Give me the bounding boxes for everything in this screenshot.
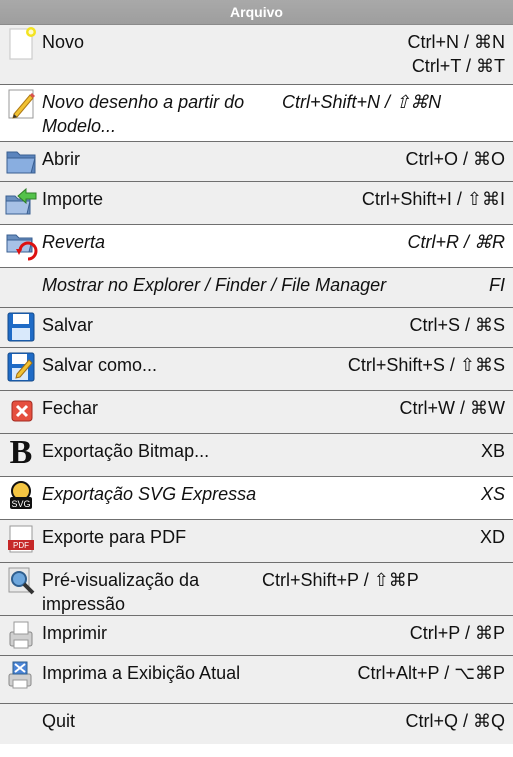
menu-item-label: Fechar	[42, 398, 99, 418]
menu-item-show-in-explorer[interactable]: Mostrar no Explorer / Finder / File Mana…	[0, 268, 513, 308]
menu-item-label: Exportação Bitmap...	[42, 441, 210, 461]
close-x-icon	[0, 391, 42, 433]
menu-item-export-svg[interactable]: SVG Exportação SVG Expressa XS	[0, 477, 513, 520]
menu-item-fechar[interactable]: Fechar Ctrl+W / ⌘W	[0, 391, 513, 434]
open-folder-icon	[0, 142, 42, 181]
svg-text:PDF: PDF	[13, 541, 29, 550]
menu-item-shortcut: Ctrl+P / ⌘P	[409, 623, 505, 643]
svg-text:SVG: SVG	[11, 499, 30, 509]
menu-item-label: Imprimir	[42, 623, 107, 643]
menu-item-label: Abrir	[42, 149, 81, 169]
menu-item-label: Pré-visualização da impressão	[42, 570, 200, 614]
menu-item-shortcut: Ctrl+Shift+N / ⇧⌘N	[282, 92, 442, 112]
menu-item-shortcut: XS	[480, 484, 505, 504]
menu-item-abrir[interactable]: Abrir Ctrl+O / ⌘O	[0, 142, 513, 182]
menu-item-shortcut: Ctrl+Shift+S / ⇧⌘S	[347, 355, 505, 375]
menu-item-shortcut: XB	[480, 441, 505, 461]
new-document-icon	[0, 25, 42, 84]
revert-icon	[0, 225, 42, 267]
menu-item-label: Reverta	[42, 232, 106, 252]
pdf-icon: PDF	[0, 520, 42, 562]
print-preview-icon	[0, 563, 42, 615]
menu-item-label: Novo	[42, 32, 85, 52]
blank-icon	[0, 268, 42, 307]
menu-item-quit[interactable]: Quit Ctrl+Q / ⌘Q	[0, 704, 513, 744]
menu-item-shortcut: Ctrl+S / ⌘S	[409, 315, 505, 335]
menu-item-label: Importe	[42, 189, 104, 209]
menu-title: Arquivo	[0, 0, 513, 25]
menu-item-label: Imprima a Exibição Atual	[42, 663, 241, 683]
menu-item-shortcut: Ctrl+W / ⌘W	[399, 398, 506, 418]
menu-item-salvar[interactable]: Salvar Ctrl+S / ⌘S	[0, 308, 513, 348]
menu-item-reverta[interactable]: Reverta Ctrl+R / ⌘R	[0, 225, 513, 268]
printer-icon	[0, 616, 42, 655]
menu-item-export-pdf[interactable]: PDF Exporte para PDF XD	[0, 520, 513, 563]
file-menu: Arquivo Novo Ctrl+N / ⌘N Ctrl+T / ⌘T Nov…	[0, 0, 513, 744]
menu-item-importe[interactable]: Importe Ctrl+Shift+I / ⇧⌘I	[0, 182, 513, 225]
menu-item-label: Quit	[42, 711, 76, 731]
menu-item-new-from-template[interactable]: Novo desenho a partir do Modelo... Ctrl+…	[0, 85, 513, 142]
menu-item-shortcut: Ctrl+N / ⌘N Ctrl+T / ⌘T	[407, 32, 505, 76]
menu-item-shortcut: XD	[479, 527, 505, 547]
menu-item-export-bitmap[interactable]: B Exportação Bitmap... XB	[0, 434, 513, 477]
menu-item-shortcut: Ctrl+Q / ⌘Q	[405, 711, 505, 731]
menu-item-novo[interactable]: Novo Ctrl+N / ⌘N Ctrl+T / ⌘T	[0, 25, 513, 85]
menu-item-shortcut: Ctrl+Shift+I / ⇧⌘I	[361, 189, 505, 209]
menu-item-shortcut: Ctrl+O / ⌘O	[405, 149, 505, 169]
menu-item-label: Salvar	[42, 315, 94, 335]
save-disk-icon	[0, 308, 42, 347]
svg-export-icon: SVG	[0, 477, 42, 519]
blank-icon	[0, 704, 42, 744]
menu-item-print-preview[interactable]: Pré-visualização da impressão Ctrl+Shift…	[0, 563, 513, 616]
menu-item-shortcut: FI	[489, 275, 505, 295]
pencil-template-icon	[0, 85, 42, 141]
menu-item-shortcut: Ctrl+Alt+P / ⌥⌘P	[357, 663, 505, 683]
menu-item-label: Novo desenho a partir do Modelo...	[42, 92, 245, 136]
import-arrow-folder-icon	[0, 182, 42, 224]
print-current-view-icon	[0, 656, 42, 703]
menu-item-label: Exportação SVG Expressa	[42, 484, 257, 504]
menu-item-shortcut: Ctrl+Shift+P / ⇧⌘P	[262, 570, 419, 590]
menu-item-shortcut: Ctrl+R / ⌘R	[407, 232, 505, 252]
menu-item-label: Mostrar no Explorer / Finder / File Mana…	[42, 275, 387, 295]
save-as-icon	[0, 348, 42, 390]
bitmap-b-icon: B	[9, 434, 33, 471]
menu-item-print-current-view[interactable]: Imprima a Exibição Atual Ctrl+Alt+P / ⌥⌘…	[0, 656, 513, 704]
menu-item-salvar-como[interactable]: Salvar como... Ctrl+Shift+S / ⇧⌘S	[0, 348, 513, 391]
menu-item-label: Exporte para PDF	[42, 527, 187, 547]
menu-item-label: Salvar como...	[42, 355, 158, 375]
menu-item-imprimir[interactable]: Imprimir Ctrl+P / ⌘P	[0, 616, 513, 656]
